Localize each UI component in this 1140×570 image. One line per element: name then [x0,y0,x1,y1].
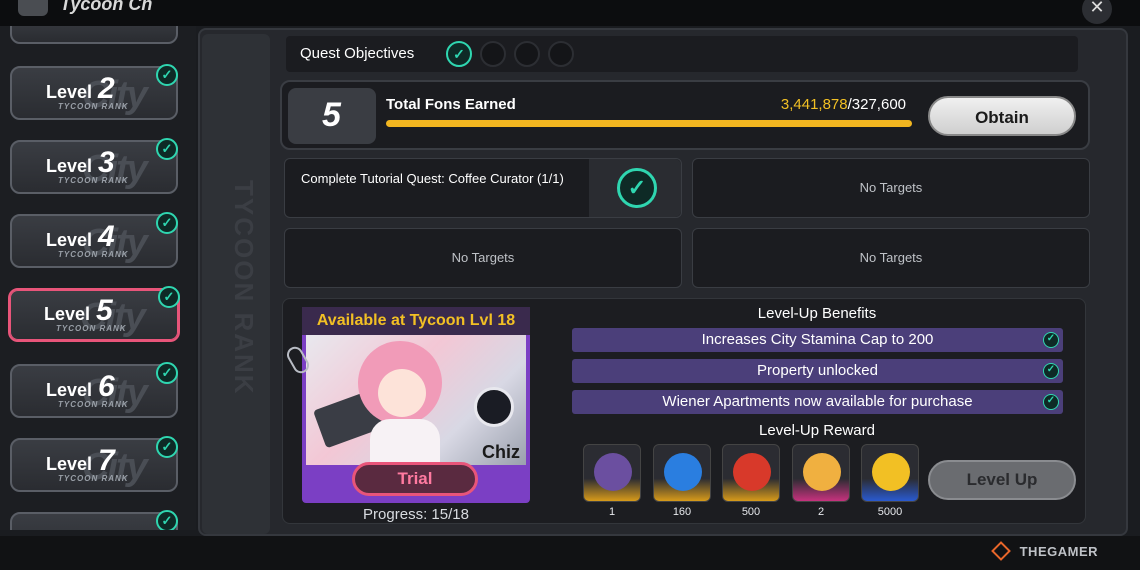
character-face [378,369,426,417]
sidebar-item-level-3[interactable]: City Level 3 TYCOON RANK ✓ [10,138,178,194]
check-icon: ✓ [156,510,178,530]
sidebar-item-level-6[interactable]: City Level 6 TYCOON RANK ✓ [10,362,178,418]
reward-slot[interactable] [792,444,850,502]
level-number: 5 [96,294,113,327]
quest-title: Total Fons Earned [386,96,516,113]
level-label: Level [46,454,93,474]
benefit-item: Increases City Stamina Cap to 200 ✓ [572,328,1063,352]
sidebar-item-level-1[interactable] [10,26,178,44]
check-icon: ✓ [1043,394,1059,410]
app-icon [18,0,48,16]
level-label: Level [46,82,93,102]
check-icon: ✓ [156,436,178,458]
reward-qty: 160 [672,506,692,518]
benefit-item: Property unlocked ✓ [572,359,1063,383]
polychrome-icon [664,453,702,491]
ticket-icon [594,453,632,491]
target-cell-empty: No Targets [692,228,1090,288]
character-portrait: Chiz [306,335,526,465]
quest-value: 3,441,878/327,600 [781,96,906,113]
close-icon: ✕ [1089,0,1105,17]
target-cell-empty: No Targets [284,228,682,288]
pet-icon [474,387,514,427]
sidebar-item-level-7[interactable]: City Level 7 TYCOON RANK ✓ [10,436,178,492]
quest-progress-bar [386,120,912,127]
quest-target: /327,600 [847,96,906,113]
target-cell: Complete Tutorial Quest: Coffee Curator … [284,158,682,218]
coin-icon [872,453,910,491]
objective-pending-icon [514,41,540,67]
check-icon: ✓ [1043,363,1059,379]
quest-current: 3,441,878 [780,96,848,113]
benefit-item: Wiener Apartments now available for purc… [572,390,1063,414]
benefit-text: Wiener Apartments now available for purc… [662,393,973,410]
close-button[interactable]: ✕ [1082,0,1112,24]
rank-caption: TYCOON RANK [58,102,129,111]
benefits-title: Level-Up Benefits [757,305,877,322]
objectives-label: Quest Objectives [300,45,415,62]
reward-title: Level-Up Reward [759,422,875,439]
trial-button[interactable]: Trial [352,462,478,496]
top-bar: Tycoon Ch ✕ [0,0,1140,26]
watermark: THEGAMER [1019,544,1098,559]
level-number: 2 [98,72,115,105]
reward-slot[interactable] [653,444,711,502]
quest-objectives: Quest Objectives ✓ [286,36,1078,72]
obtain-button[interactable]: Obtain [928,96,1076,136]
check-icon: ✓ [156,212,178,234]
level-label: Level [46,230,93,250]
objective-pending-icon [548,41,574,67]
level-number: 6 [98,370,115,403]
rank-caption: TYCOON RANK [58,400,129,409]
check-icon: ✓ [1043,332,1059,348]
reward-qty: 5000 [877,506,903,518]
level-label: Level [46,380,93,400]
check-icon: ✓ [617,168,657,208]
benefit-text: Property unlocked [757,362,878,379]
rank-caption: TYCOON RANK [56,324,127,333]
mascot-icon [803,453,841,491]
sidebar-item-level-2[interactable]: City Level 2 TYCOON RANK ✓ [10,64,178,120]
character-progress: Progress: 15/18 [363,506,469,523]
sidebar-item-level-8[interactable]: ✓ [10,510,178,530]
target-text: Complete Tutorial Quest: Coffee Curator … [301,171,564,186]
objective-done-icon: ✓ [446,41,472,67]
reward-qty: 1 [608,506,616,518]
reward-qty: 2 [817,506,825,518]
quest-number-badge: 5 [288,88,376,144]
quest-number: 5 [322,96,341,134]
card-header: Available at Tycoon Lvl 18 [302,307,530,335]
check-icon: ✓ [156,64,178,86]
level-number: 3 [98,146,115,179]
rank-caption: TYCOON RANK [58,474,129,483]
objective-pending-icon [480,41,506,67]
check-icon: ✓ [156,362,178,384]
bottom-strip [0,536,1140,570]
check-icon: ✓ [156,138,178,160]
level-number: 7 [98,444,115,477]
reward-slot[interactable] [722,444,780,502]
reward-qty: 500 [741,506,761,518]
level-label: Level [46,156,93,176]
quest-progress-fill [386,120,912,127]
character-name: Chiz [482,442,520,462]
reward-slot[interactable] [583,444,641,502]
benefit-text: Increases City Stamina Cap to 200 [701,331,934,348]
reward-slot[interactable] [861,444,919,502]
hunter-hearts-icon [733,453,771,491]
level-up-button[interactable]: Level Up [928,460,1076,500]
sidebar-item-level-5[interactable]: City Level 5 TYCOON RANK ✓ [8,286,180,342]
rank-caption: TYCOON RANK [58,250,129,259]
character-body [370,419,440,465]
target-cell-empty: No Targets [692,158,1090,218]
main-quest: 5 Total Fons Earned 3,441,878/327,600 Ob… [280,80,1090,150]
check-icon: ✓ [158,286,180,308]
level-label: Level [44,304,91,324]
level-number: 4 [98,220,115,253]
level-sidebar: City Level 2 TYCOON RANK ✓ City Level 3 … [0,26,196,530]
rank-vertical-label: TYCOON RANK [229,180,259,396]
sidebar-item-level-4[interactable]: City Level 4 TYCOON RANK ✓ [10,212,178,268]
window-title: Tycoon Ch [60,0,153,14]
rank-caption: TYCOON RANK [58,176,129,185]
